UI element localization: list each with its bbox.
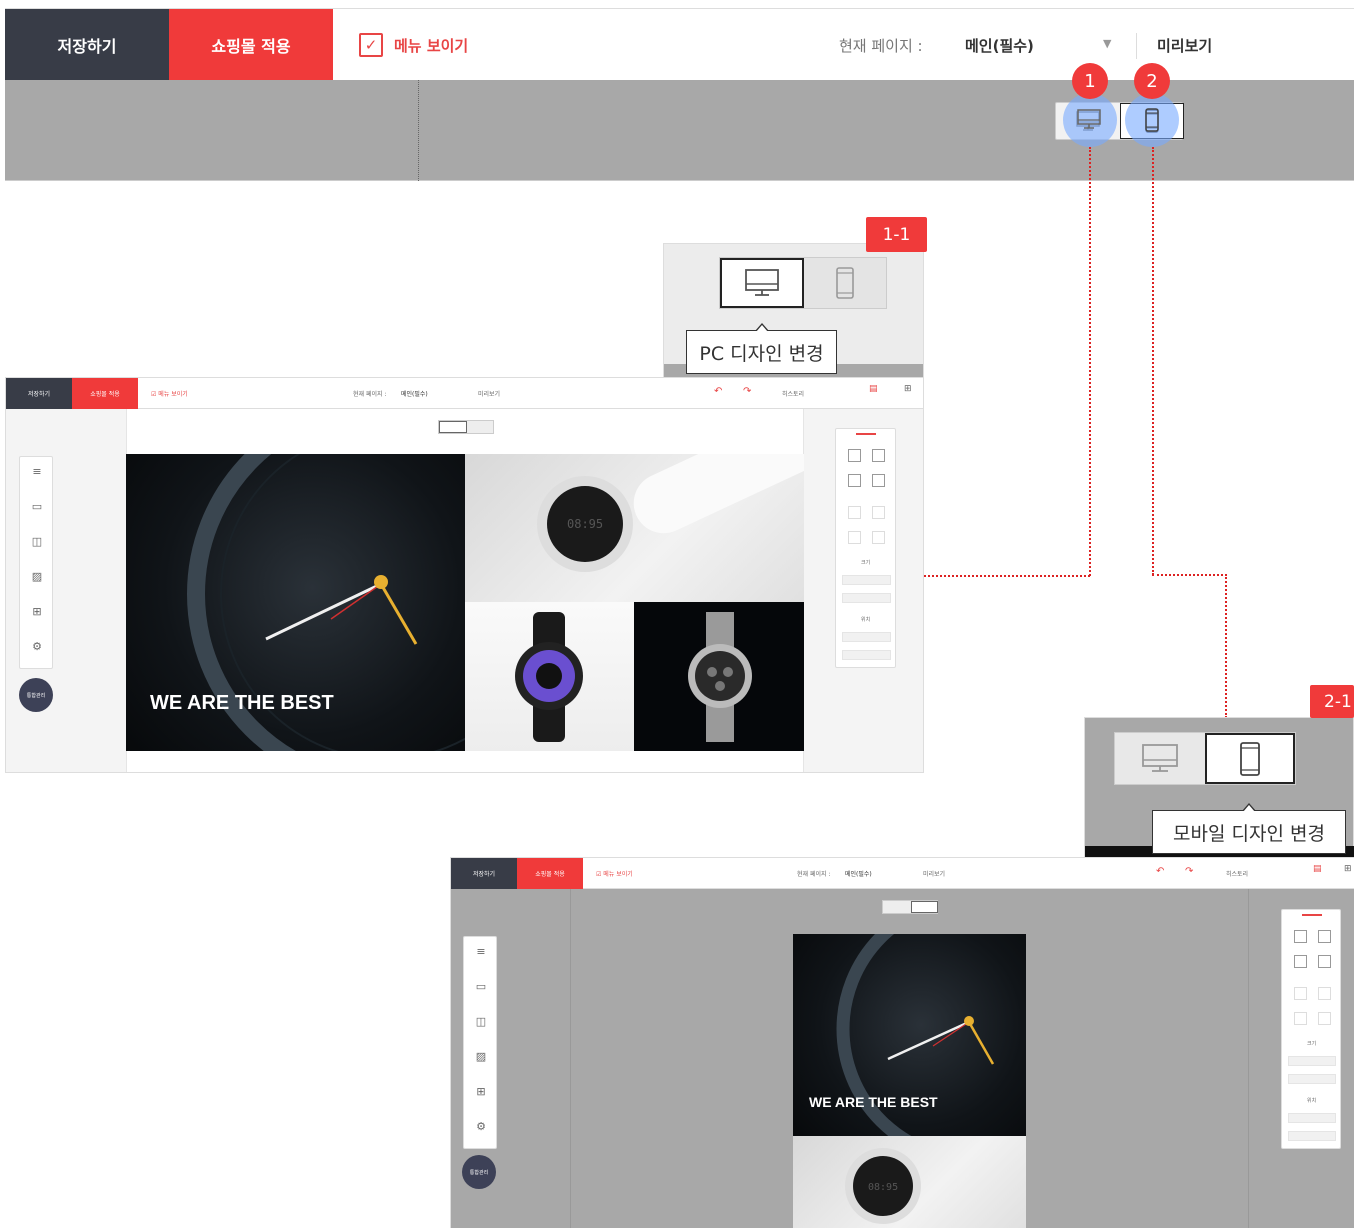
callout-line-2v (1225, 574, 1227, 718)
columns-icon: ◫ (475, 1015, 487, 1028)
grid-icon: ⊞ (32, 605, 42, 618)
guide-line (418, 80, 419, 181)
current-page-select[interactable]: 메인(필수) (965, 35, 1034, 56)
zoom-device-toggle-2 (1114, 732, 1296, 785)
mini-toolbar: 저장하기 쇼핑몰 적용 ☑ 메뉴 보이기 현재 페이지 : 메인(필수) 미리보… (6, 378, 923, 409)
zoom-device-toggle (719, 257, 887, 309)
mini-right-panel: 크기 위치 (1281, 909, 1341, 1149)
mobile-mode-button[interactable] (804, 258, 886, 308)
gear-icon: ⚙ (476, 1120, 486, 1133)
mobile-icon (1142, 107, 1162, 137)
pc-mode-button[interactable] (720, 258, 804, 308)
grid-icon: ⊞ (1344, 864, 1352, 874)
mini-profile-avatar: 통합관리 (19, 678, 53, 712)
callout-line-1 (1089, 147, 1091, 576)
mini-save-button: 저장하기 (451, 858, 517, 889)
color-watch-image (465, 602, 634, 751)
hamburger-icon: ≡ (32, 465, 42, 478)
mobile-design-tooltip: 모바일 디자인 변경 (1152, 803, 1346, 854)
pc-design-tooltip: PC 디자인 변경 (686, 323, 837, 374)
panel-icon: ▭ (31, 500, 43, 513)
mobile-mode-button[interactable] (1205, 733, 1295, 784)
mini-page-value: 메인(필수) (845, 871, 872, 878)
mini-right-panel: 크기 위치 (835, 428, 896, 668)
image-icon: ▨ (475, 1050, 487, 1063)
current-page-label: 현재 페이지 : (839, 37, 923, 55)
mini-save-button: 저장하기 (6, 378, 72, 409)
mini-page-label: 현재 페이지 : (353, 391, 387, 398)
marker-2: 2 (1134, 63, 1170, 99)
save-button[interactable]: 저장하기 (5, 9, 169, 81)
mini-page-label: 현재 페이지 : (797, 871, 831, 878)
marker-1: 1 (1072, 63, 1108, 99)
redo-icon: ↷ (1185, 866, 1194, 877)
mini-menu-label: ☑ 메뉴 보이기 (596, 871, 633, 878)
chrono-watch-image (634, 602, 804, 751)
undo-icon: ↶ (714, 386, 723, 397)
image-icon: ▨ (31, 570, 43, 583)
marker-1-1: 1-1 (866, 217, 927, 252)
callout-line-2 (1152, 147, 1154, 575)
panel-icon: ▤ (1313, 864, 1322, 874)
columns-icon: ◫ (31, 535, 43, 548)
callout-line-2h (1152, 574, 1227, 576)
white-watch-image: 08:95 (465, 454, 804, 602)
mini-profile-avatar: 통합관리 (462, 1155, 496, 1189)
apply-to-shop-button[interactable]: 쇼핑몰 적용 (169, 9, 333, 81)
mini-apply-button: 쇼핑몰 적용 (72, 378, 138, 409)
preview-button[interactable]: 미리보기 (1157, 35, 1212, 56)
mini-menu-label: ☑ 메뉴 보이기 (151, 391, 188, 398)
desktop-icon (745, 269, 779, 296)
desktop-icon (1142, 743, 1178, 772)
grid-icon: ⊞ (476, 1085, 486, 1098)
pc-mode-button[interactable] (1115, 733, 1205, 784)
hamburger-icon: ≡ (476, 945, 486, 958)
mini-device-toggle (438, 420, 494, 434)
mini-sidebar: ≡ ▭ ◫ ▨ ⊞ ⚙ (19, 456, 53, 669)
mobile-icon (836, 267, 854, 299)
hero-title: WE ARE THE BEST (150, 692, 334, 714)
mini-page-value: 메인(필수) (401, 391, 428, 398)
svg-text:08:95: 08:95 (868, 1182, 898, 1193)
grid-icon: ⊞ (904, 384, 912, 394)
mini-apply-button: 쇼핑몰 적용 (517, 858, 583, 889)
mini-sidebar: ≡ ▭ ◫ ▨ ⊞ ⚙ (463, 936, 497, 1149)
panel-icon: ▤ (869, 384, 878, 394)
hero-watch-image: WE ARE THE BEST (793, 934, 1026, 1136)
mini-toolbar-2: 저장하기 쇼핑몰 적용 ☑ 메뉴 보이기 현재 페이지 : 메인(필수) 미리보… (451, 858, 1354, 889)
mini-device-toggle (882, 900, 938, 914)
mini-canvas-2: ≡ ▭ ◫ ▨ ⊞ ⚙ 통합관리 크기 위치 WE ARE THE BEST 0… (451, 889, 1354, 1228)
mobile-editor-preview: 저장하기 쇼핑몰 적용 ☑ 메뉴 보이기 현재 페이지 : 메인(필수) 미리보… (450, 857, 1354, 1228)
undo-icon: ↶ (1156, 866, 1165, 877)
hero-watch-image: WE ARE THE BEST (126, 454, 465, 751)
menu-show-label[interactable]: 메뉴 보이기 (394, 35, 468, 56)
mini-history: 히스토리 (782, 391, 805, 398)
check-icon: ✓ (364, 36, 378, 54)
desktop-icon (1075, 107, 1103, 135)
caret-down-icon[interactable]: ▼ (1103, 37, 1111, 50)
marker-2-1: 2-1 (1310, 685, 1354, 718)
redo-icon: ↷ (743, 386, 752, 397)
gear-icon: ⚙ (32, 640, 42, 653)
mini-canvas: ≡ ▭ ◫ ▨ ⊞ ⚙ 통합관리 크기 위치 WE ARE THE BEST 0… (6, 409, 923, 772)
hero-title: WE ARE THE BEST (809, 1094, 938, 1110)
mini-history: 히스토리 (1226, 871, 1249, 878)
mobile-icon (1240, 741, 1260, 776)
mini-preview: 미리보기 (478, 391, 501, 398)
svg-text:08:95: 08:95 (567, 517, 603, 531)
pc-editor-preview: 저장하기 쇼핑몰 적용 ☑ 메뉴 보이기 현재 페이지 : 메인(필수) 미리보… (5, 377, 924, 773)
white-watch-image: 08:95 (793, 1136, 1026, 1228)
callout-line-1h (924, 575, 1090, 577)
panel-icon: ▭ (475, 980, 487, 993)
divider (1136, 33, 1137, 59)
mini-preview: 미리보기 (923, 871, 946, 878)
menu-show-checkbox[interactable]: ✓ (359, 33, 383, 57)
